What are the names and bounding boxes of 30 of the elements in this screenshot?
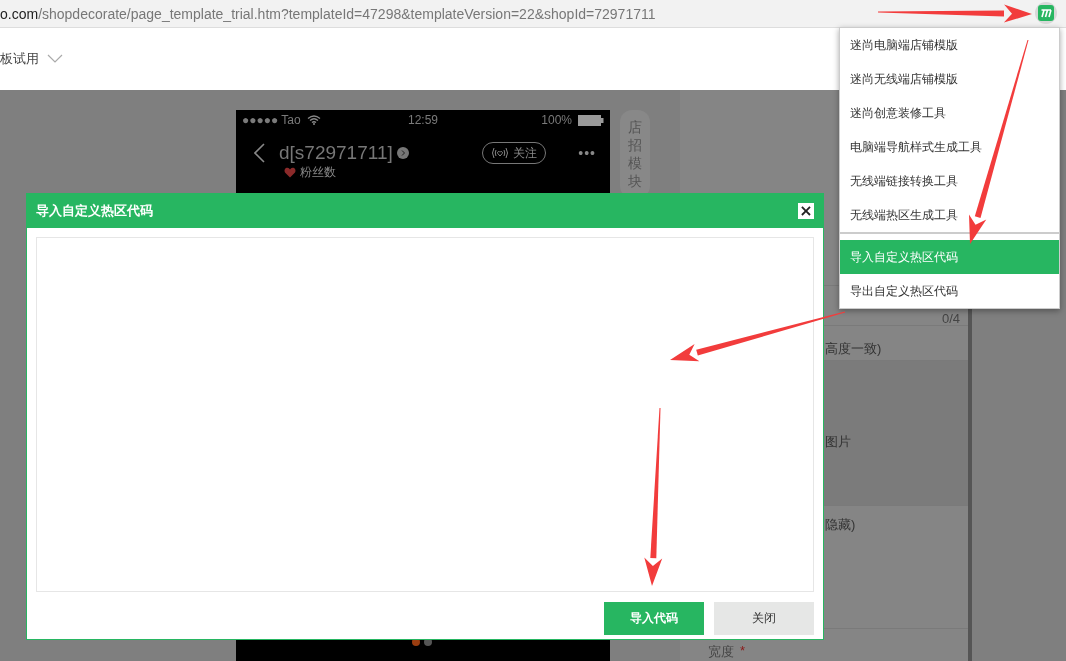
fans-label: 粉丝数 bbox=[300, 164, 336, 181]
shop-name: d[s72971711] bbox=[279, 142, 393, 164]
clock-text: 12:59 bbox=[408, 113, 438, 127]
width-label: 宽度 bbox=[708, 643, 734, 661]
battery-text: 100% bbox=[541, 113, 572, 127]
close-dialog-button[interactable]: 关闭 bbox=[714, 602, 814, 635]
character-counter: 0/4 bbox=[941, 311, 960, 327]
menu-item[interactable]: 导出自定义热区代码 bbox=[840, 274, 1059, 308]
heart-icon bbox=[284, 167, 296, 178]
battery-icon bbox=[578, 114, 604, 126]
required-mark: * bbox=[740, 643, 746, 660]
close-button[interactable]: × bbox=[798, 203, 814, 219]
arrow-dot-icon bbox=[396, 147, 409, 159]
menu-item[interactable]: 迷尚创意装修工具 bbox=[840, 96, 1059, 130]
dialog-title: 导入自定义热区代码 bbox=[36, 202, 153, 220]
code-input-field[interactable] bbox=[36, 237, 814, 592]
wifi-icon bbox=[306, 115, 321, 125]
menu-item[interactable]: 无线端链接转换工具 bbox=[840, 164, 1059, 198]
broadcast-icon bbox=[491, 147, 510, 159]
setting-note: 图片 bbox=[825, 434, 851, 449]
menu-item[interactable]: 迷尚无线端店铺模版 bbox=[840, 62, 1059, 96]
setting-note: 隐藏) bbox=[825, 517, 856, 533]
menu-item[interactable]: 无线端热区生成工具 bbox=[840, 198, 1059, 232]
extension-icon[interactable] bbox=[1035, 2, 1057, 24]
carrier-text: ●●●●● Tao bbox=[242, 113, 301, 127]
back-icon[interactable] bbox=[254, 143, 265, 163]
menu-item[interactable]: 迷尚电脑端店铺模版 bbox=[840, 28, 1059, 62]
template-trial-label: 板试用 bbox=[0, 50, 39, 68]
more-button[interactable]: ••• bbox=[578, 145, 596, 161]
menu-item[interactable]: 电脑端导航样式生成工具 bbox=[840, 130, 1059, 164]
